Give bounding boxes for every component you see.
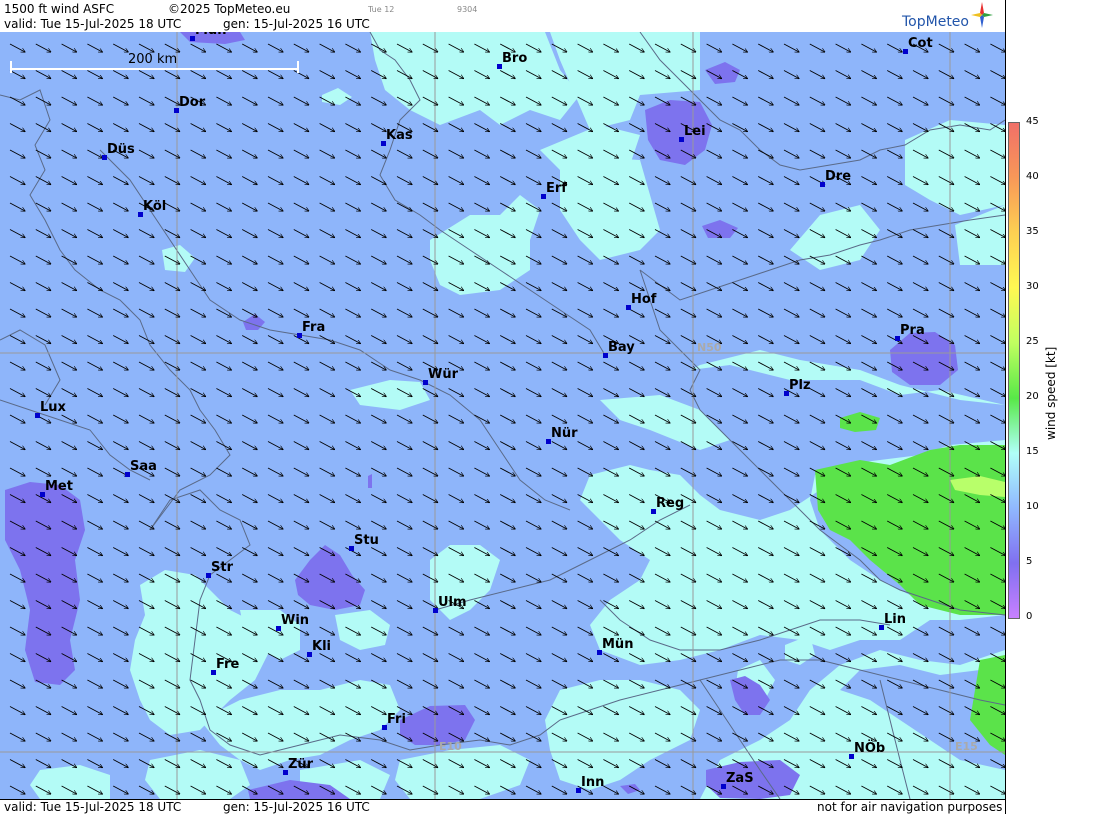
city-label: Cot xyxy=(908,36,933,51)
city-label: Mün xyxy=(195,32,226,38)
city-label: Lin xyxy=(884,612,906,627)
city-label: Saa xyxy=(130,459,157,474)
city-label: ZaS xyxy=(726,771,754,786)
map-header: 1500 ft wind ASFC ©2025 TopMeteo.eu Tue … xyxy=(0,0,1005,33)
city-label: Hof xyxy=(631,292,657,307)
legend-tick-label: 45 xyxy=(1026,116,1039,127)
navigation-disclaimer: not for air navigation purposes xyxy=(817,800,1003,814)
city-label: Win xyxy=(281,613,310,628)
city-label: Erf xyxy=(546,181,567,196)
scale-bar-label: 200 km xyxy=(128,52,178,67)
product-title: 1500 ft wind ASFC xyxy=(4,2,115,16)
city-label: Kli xyxy=(312,639,331,654)
city-label: Köl xyxy=(143,199,167,214)
city-label: Fre xyxy=(216,657,240,672)
grid-label-n50: N50 xyxy=(697,341,722,354)
generated-time: gen: 15-Jul-2025 16 UTC xyxy=(223,17,370,31)
city-label: Stu xyxy=(354,533,379,548)
wind-field-svg xyxy=(0,32,1005,799)
city-label: Reg xyxy=(656,496,685,511)
faint-number-label: 9304 xyxy=(457,5,478,14)
city-label: Nür xyxy=(551,426,578,441)
topmeteo-logo[interactable]: TopMeteo xyxy=(893,2,993,30)
city-label: Lei xyxy=(684,124,706,139)
wind-map[interactable]: 200 km N50 E10 E15 Mün Bro Cot Dor Kas Lei Düs… xyxy=(0,32,1005,799)
legend-tick-label: 15 xyxy=(1026,446,1039,457)
city-label: Plz xyxy=(789,378,811,393)
city-label: Met xyxy=(45,479,73,494)
city-label: Lux xyxy=(40,400,66,415)
legend-tick-label: 20 xyxy=(1026,391,1039,402)
city-label: Fra xyxy=(302,320,326,335)
city-label: Dre xyxy=(825,169,852,184)
faint-day-label: Tue 12 xyxy=(368,5,395,14)
city-label: Fri xyxy=(387,712,406,727)
city-label: Zür xyxy=(288,757,314,772)
wind-speed-legend: 45 40 35 30 25 20 15 10 5 0 wind speed [kt] xyxy=(1005,0,1095,814)
city-label: Ulm xyxy=(438,595,467,610)
legend-tick-label: 40 xyxy=(1026,171,1039,182)
footer-valid-time: valid: Tue 15-Jul-2025 18 UTC xyxy=(4,800,182,814)
legend-tick-label: 30 xyxy=(1026,281,1039,292)
city-label: Bro xyxy=(502,51,528,66)
map-footer: valid: Tue 15-Jul-2025 18 UTC gen: 15-Ju… xyxy=(0,799,1005,815)
city-label: Mün xyxy=(602,637,634,652)
city-label: Pra xyxy=(900,323,925,338)
city-label: Inn xyxy=(581,775,605,790)
grid-label-e10: E10 xyxy=(439,740,462,753)
legend-tick-label: 35 xyxy=(1026,226,1039,237)
city-label: Kas xyxy=(386,128,413,143)
grid-label-e15: E15 xyxy=(955,740,978,753)
city-label: Str xyxy=(211,560,233,575)
legend-title: wind speed [kt] xyxy=(1044,346,1058,440)
city-label: Dor xyxy=(179,95,206,110)
city-label: Wür xyxy=(428,367,459,382)
legend-color-bar xyxy=(1008,122,1020,619)
city-label: Düs xyxy=(107,142,135,157)
legend-tick-label: 25 xyxy=(1026,336,1039,347)
footer-generated-time: gen: 15-Jul-2025 16 UTC xyxy=(223,800,370,814)
compass-star-icon xyxy=(971,2,993,28)
copyright: ©2025 TopMeteo.eu xyxy=(168,2,291,16)
legend-tick-label: 5 xyxy=(1026,556,1033,567)
logo-text: TopMeteo xyxy=(902,14,969,30)
city-label: Bay xyxy=(608,340,635,355)
legend-tick-label: 0 xyxy=(1026,611,1033,622)
city-label: NÖb xyxy=(854,741,886,756)
valid-time: valid: Tue 15-Jul-2025 18 UTC xyxy=(4,17,182,31)
legend-tick-label: 10 xyxy=(1026,501,1039,512)
